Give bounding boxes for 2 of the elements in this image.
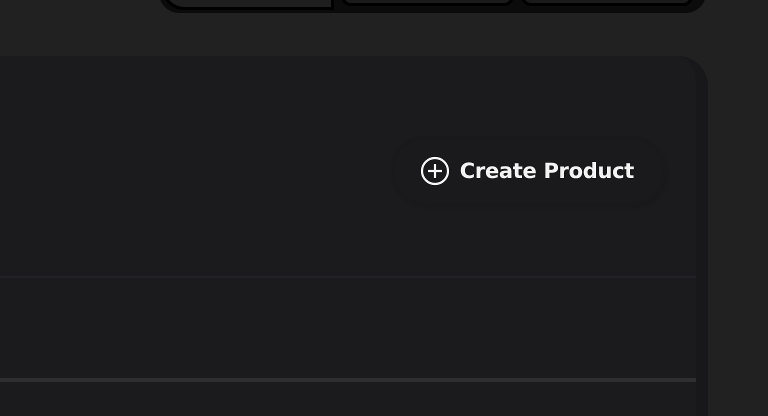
create-product-button[interactable]: Create Product — [394, 140, 662, 202]
plus-circle-icon — [420, 156, 450, 186]
